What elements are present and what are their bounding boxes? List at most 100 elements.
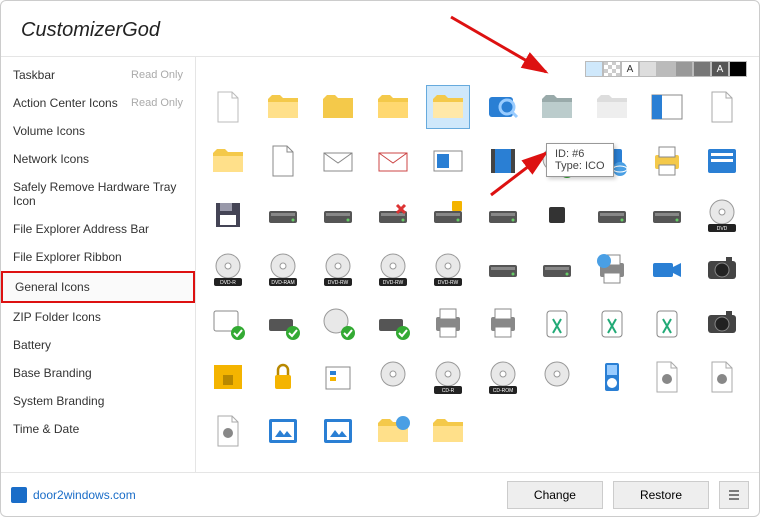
- hdd-slim-icon[interactable]: [535, 247, 579, 291]
- svg-text:DVD-RW: DVD-RW: [382, 280, 403, 286]
- folder-empty-icon[interactable]: [590, 85, 634, 129]
- sidebar-item-3[interactable]: Network Icons: [1, 145, 195, 173]
- disc-dvdr-icon[interactable]: DVD-R: [206, 247, 250, 291]
- sidebar-item-0[interactable]: TaskbarRead Only: [1, 61, 195, 89]
- sidebar-item-label: Battery: [13, 338, 51, 352]
- recycle-icon[interactable]: [590, 301, 634, 345]
- camera2-icon[interactable]: [700, 247, 744, 291]
- drive-floppy-icon[interactable]: [206, 193, 250, 237]
- sidebar-item-label: Action Center Icons: [13, 96, 118, 110]
- background-swatches[interactable]: AA: [585, 61, 747, 77]
- recycle2-icon[interactable]: [645, 301, 689, 345]
- disc-dvd-icon[interactable]: DVD: [700, 193, 744, 237]
- sidebar-item-8[interactable]: ZIP Folder Icons: [1, 303, 195, 331]
- music-player-icon[interactable]: [590, 355, 634, 399]
- photo-icon[interactable]: [261, 409, 305, 453]
- disc-cdr-icon[interactable]: CD-R: [426, 355, 470, 399]
- disc-cdrom-icon[interactable]: CD-ROM: [481, 355, 525, 399]
- camcorder-icon[interactable]: [645, 247, 689, 291]
- change-button[interactable]: Change: [507, 481, 603, 509]
- logo-icon: [11, 487, 27, 503]
- gear-doc-icon[interactable]: 6">: [645, 355, 689, 399]
- drive-check-icon[interactable]: [371, 301, 415, 345]
- footer: door2windows.com Change Restore: [1, 472, 759, 516]
- image-slide-icon[interactable]: [426, 139, 470, 183]
- gear-doc2-icon[interactable]: 6">: [700, 355, 744, 399]
- drive-dark-icon[interactable]: [481, 193, 525, 237]
- disc-dvdrw3-icon[interactable]: DVD-RW: [426, 247, 470, 291]
- bg-swatch-7[interactable]: A: [711, 61, 729, 77]
- restore-button[interactable]: Restore: [613, 481, 709, 509]
- svg-text:CD-ROM: CD-ROM: [492, 388, 513, 394]
- sidebar-item-12[interactable]: Time & Date: [1, 415, 195, 443]
- footer-link[interactable]: door2windows.com: [11, 487, 136, 503]
- printer-net-icon[interactable]: [426, 301, 470, 345]
- folder-alt-icon[interactable]: [371, 85, 415, 129]
- app-check-icon[interactable]: [206, 301, 250, 345]
- bg-swatch-1[interactable]: [603, 61, 621, 77]
- sidebar-item-11[interactable]: System Branding: [1, 387, 195, 415]
- disc-icon[interactable]: [371, 355, 415, 399]
- drive-lock-icon[interactable]: [426, 193, 470, 237]
- folder-net-icon[interactable]: [426, 409, 470, 453]
- bg-swatch-0[interactable]: [585, 61, 603, 77]
- hdd-check-icon[interactable]: [261, 301, 305, 345]
- photo2-icon[interactable]: [316, 409, 360, 453]
- sidebar-item-label: File Explorer Ribbon: [13, 250, 122, 264]
- explorer-panel-icon[interactable]: [645, 85, 689, 129]
- folder-icon[interactable]: [316, 85, 360, 129]
- paper-icon[interactable]: [700, 85, 744, 129]
- disc-check2-icon[interactable]: [316, 301, 360, 345]
- printer2-icon[interactable]: [481, 301, 525, 345]
- hdd-icon[interactable]: [590, 193, 634, 237]
- bg-swatch-2[interactable]: A: [621, 61, 639, 77]
- printer-icon[interactable]: [645, 139, 689, 183]
- camera-icon[interactable]: [700, 301, 744, 345]
- bg-swatch-8[interactable]: [729, 61, 747, 77]
- padlock-bg-icon[interactable]: [206, 355, 250, 399]
- blank-document-icon[interactable]: [206, 85, 250, 129]
- folder-selected-icon[interactable]: [426, 85, 470, 129]
- folder2-icon[interactable]: [206, 139, 250, 183]
- sidebar-item-10[interactable]: Base Branding: [1, 359, 195, 387]
- folder-gray-icon[interactable]: [535, 85, 579, 129]
- readonly-badge: Read Only: [131, 97, 183, 109]
- sidebar-item-6[interactable]: File Explorer Ribbon: [1, 243, 195, 271]
- sidebar-item-1[interactable]: Action Center Icons Read Only: [1, 89, 195, 117]
- drive-remove-icon[interactable]: [371, 193, 415, 237]
- sidebar-item-7[interactable]: General Icons: [1, 271, 195, 303]
- envelope-icon[interactable]: [371, 139, 415, 183]
- sidebar-item-9[interactable]: Battery: [1, 331, 195, 359]
- hdd2-icon[interactable]: [645, 193, 689, 237]
- sidebar-item-5[interactable]: File Explorer Address Bar: [1, 215, 195, 243]
- folder-open-icon[interactable]: [261, 85, 305, 129]
- sidebar-item-label: System Branding: [13, 394, 104, 408]
- bg-swatch-5[interactable]: [675, 61, 693, 77]
- disc-dvdram-icon[interactable]: DVD-RAM: [261, 247, 305, 291]
- menu-button[interactable]: [719, 481, 749, 509]
- bg-swatch-6[interactable]: [693, 61, 711, 77]
- drive2-icon[interactable]: [316, 193, 360, 237]
- footer-link-text: door2windows.com: [33, 488, 136, 502]
- drive-small-icon[interactable]: [535, 193, 579, 237]
- document-icon[interactable]: [261, 139, 305, 183]
- padlock-icon[interactable]: [261, 355, 305, 399]
- sidebar-item-2[interactable]: Volume Icons: [1, 117, 195, 145]
- settings-panel-icon[interactable]: [700, 139, 744, 183]
- inventory-icon[interactable]: [316, 355, 360, 399]
- recycle-alt-icon[interactable]: [535, 301, 579, 345]
- bg-swatch-3[interactable]: [639, 61, 657, 77]
- search-folder-icon[interactable]: [481, 85, 525, 129]
- printer-globe-icon[interactable]: 6">: [590, 247, 634, 291]
- sidebar-item-4[interactable]: Safely Remove Hardware Tray Icon: [1, 173, 195, 215]
- disc-dvdrw-icon[interactable]: DVD-RW: [316, 247, 360, 291]
- mail-icon[interactable]: [316, 139, 360, 183]
- drive-icon[interactable]: [261, 193, 305, 237]
- gear-doc3-icon[interactable]: 6">: [206, 409, 250, 453]
- hdd-gray-icon[interactable]: [481, 247, 525, 291]
- bg-swatch-4[interactable]: [657, 61, 675, 77]
- folder-globe-icon[interactable]: 6">: [371, 409, 415, 453]
- film-icon[interactable]: [481, 139, 525, 183]
- disc-dvdrw2-icon[interactable]: DVD-RW: [371, 247, 415, 291]
- disc-cd-icon[interactable]: [535, 355, 579, 399]
